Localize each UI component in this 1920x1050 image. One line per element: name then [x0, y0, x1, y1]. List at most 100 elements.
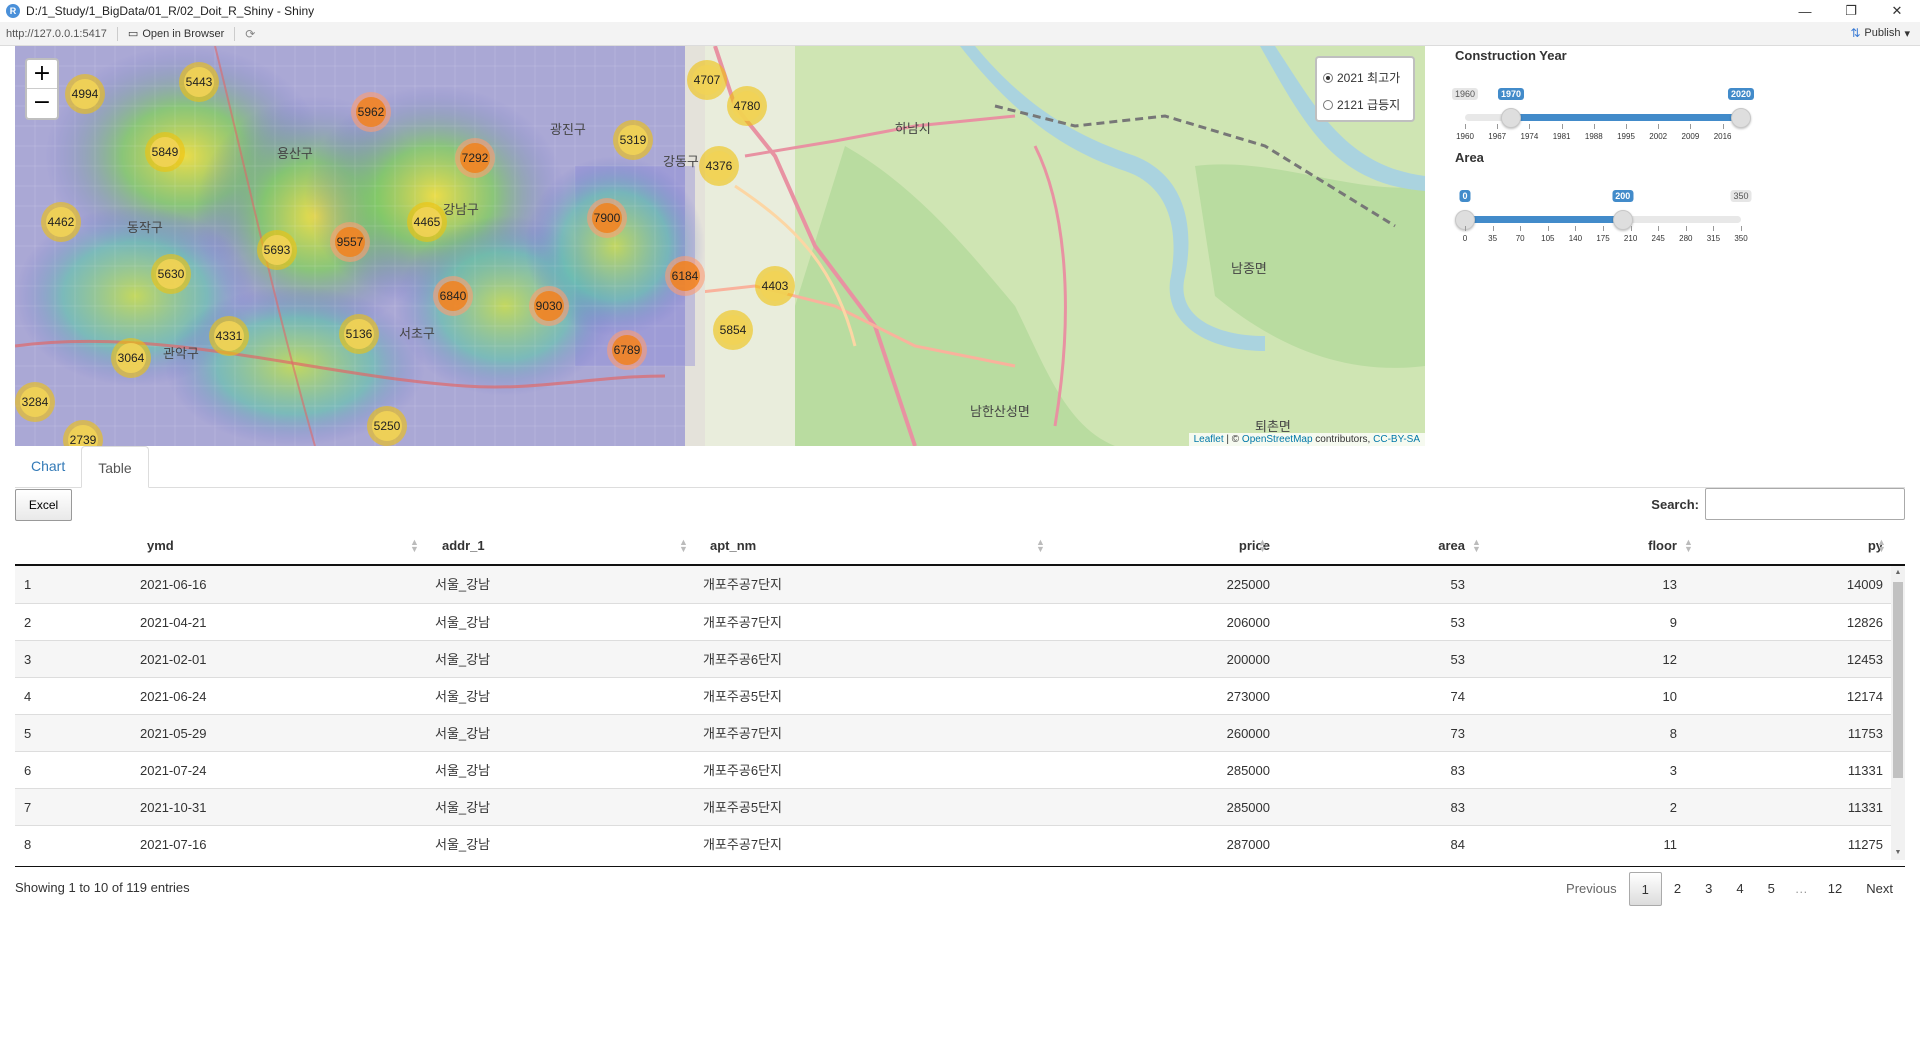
column-header-area[interactable]: area [1315, 528, 1465, 566]
cluster-marker[interactable]: 5319 [613, 120, 653, 160]
table-row[interactable]: 6 2021-07-24 서울_강남 개포주공6단지 285000 83 3 11331 [15, 751, 1905, 788]
cluster-marker[interactable]: 7292 [455, 138, 495, 178]
excel-button[interactable]: Excel [15, 489, 72, 521]
table-row[interactable]: 2 2021-04-21 서울_강남 개포주공7단지 206000 53 9 12826 [15, 603, 1905, 640]
cluster-marker[interactable]: 4707 [687, 60, 727, 100]
cluster-marker[interactable]: 5630 [151, 254, 191, 294]
scroll-down-icon[interactable]: ▼ [1891, 846, 1905, 860]
page-button[interactable]: 5 [1756, 872, 1787, 906]
cell-floor: 11 [1663, 837, 1678, 852]
cell-floor: 9 [1669, 615, 1677, 630]
table-search: Search: [1651, 488, 1905, 520]
table-row[interactable]: 3 2021-02-01 서울_강남 개포주공6단지 200000 53 12 12453 [15, 640, 1905, 677]
cluster-marker[interactable]: 5854 [713, 310, 753, 350]
sort-icon[interactable]: ▲ ▼ [1472, 538, 1481, 554]
cluster-marker[interactable]: 5443 [179, 62, 219, 102]
cluster-marker[interactable]: 3064 [111, 338, 151, 378]
table-row[interactable]: 1 2021-06-16 서울_강남 개포주공7단지 225000 53 13 14009 [15, 566, 1905, 603]
cluster-marker[interactable]: 4994 [65, 74, 105, 114]
osm-link[interactable]: OpenStreetMap [1242, 434, 1313, 445]
sort-icon[interactable]: ▲ ▼ [1258, 538, 1267, 554]
page-button[interactable]: 1 [1628, 872, 1662, 906]
window-title: D:/1_Study/1_BigData/01_R/02_Doit_R_Shin… [26, 4, 315, 18]
cell-area: 53 [1450, 615, 1465, 630]
cluster-marker[interactable]: 5849 [145, 132, 185, 172]
sort-icon[interactable]: ▲ ▼ [679, 538, 688, 554]
cluster-count: 5849 [150, 137, 180, 167]
cluster-marker[interactable]: 5250 [367, 406, 407, 446]
column-header-py[interactable]: py [1715, 528, 1883, 566]
close-icon[interactable]: ✕ [1874, 0, 1920, 22]
table-scrollbar[interactable]: ▲ ▼ [1891, 566, 1905, 860]
cell-floor: 12 [1662, 652, 1677, 667]
place-label: 강남구 [443, 202, 479, 217]
column-header-ymd[interactable]: ymd [147, 528, 174, 566]
tab-chart[interactable]: Chart [15, 445, 81, 487]
cluster-marker[interactable]: 4376 [699, 146, 739, 186]
column-header-addr-1[interactable]: addr_1 [442, 528, 485, 566]
column-header-floor[interactable]: floor [1515, 528, 1677, 566]
cell-ymd: 2021-07-16 [140, 837, 207, 852]
table-header: ymd ▲ ▼ addr_1 ▲ ▼ apt_nm ▲ ▼ price ▲ ▼ area… [15, 528, 1905, 566]
column-header-apt-nm[interactable]: apt_nm [710, 528, 756, 566]
restore-icon[interactable]: ❐ [1828, 0, 1874, 22]
cluster-marker[interactable]: 4465 [407, 202, 447, 242]
cell-area: 53 [1450, 652, 1465, 667]
cluster-marker[interactable]: 5693 [257, 230, 297, 270]
sort-icon[interactable]: ▲ ▼ [410, 538, 419, 554]
license-link[interactable]: CC-BY-SA [1373, 434, 1420, 445]
cluster-marker[interactable]: 6184 [665, 256, 705, 296]
search-input[interactable] [1705, 488, 1905, 520]
cluster-marker[interactable]: 4403 [755, 266, 795, 306]
page-button[interactable]: 12 [1816, 872, 1854, 906]
cluster-marker[interactable]: 7900 [587, 198, 627, 238]
cluster-marker[interactable]: 9557 [330, 222, 370, 262]
publish-button[interactable]: ⇅ Publish ▾ [1850, 26, 1910, 40]
cell-ymd: 2021-04-21 [140, 615, 207, 630]
column-header-price[interactable]: price [1115, 528, 1270, 566]
page-button[interactable]: 4 [1724, 872, 1755, 906]
cluster-marker[interactable]: 6789 [607, 330, 647, 370]
table-row[interactable]: 8 2021-07-16 서울_강남 개포주공7단지 287000 84 11 11275 [15, 825, 1905, 860]
cell-price: 206000 [1226, 615, 1270, 630]
refresh-icon[interactable]: ⟳ [245, 27, 255, 41]
cluster-marker[interactable]: 4331 [209, 316, 249, 356]
slider-tick-label: 0 [1462, 234, 1468, 243]
area-slider[interactable]: 350 0 200 0 35 70 105 140 175 210 245 280 315 350 [1455, 166, 1755, 250]
table-row[interactable]: 7 2021-10-31 서울_강남 개포주공5단지 285000 83 2 11331 [15, 788, 1905, 825]
table-info: Showing 1 to 10 of 119 entries [15, 880, 190, 895]
cluster-marker[interactable]: 4780 [727, 86, 767, 126]
next-page-button[interactable]: Next [1854, 872, 1905, 906]
sort-icon[interactable]: ▲ ▼ [1684, 538, 1693, 554]
page-button[interactable]: 3 [1693, 872, 1724, 906]
table-row[interactable]: 4 2021-06-24 서울_강남 개포주공5단지 273000 74 10 12174 [15, 677, 1905, 714]
zoom-out-button[interactable]: − [27, 89, 57, 118]
layer-option-2121-surge[interactable]: 2121 급등지 [1323, 91, 1407, 118]
radio-button[interactable] [1323, 72, 1333, 83]
leaflet-link[interactable]: Leaflet [1194, 434, 1224, 445]
tab-table[interactable]: Table [81, 446, 149, 488]
zoom-in-button[interactable]: + [27, 60, 57, 89]
sort-icon[interactable]: ▲ ▼ [1877, 538, 1886, 554]
radio-button[interactable] [1323, 99, 1333, 110]
cluster-marker[interactable]: 5136 [339, 314, 379, 354]
cluster-marker[interactable]: 6840 [433, 276, 473, 316]
cluster-marker[interactable]: 9030 [529, 286, 569, 326]
layer-option-2021-max[interactable]: 2021 최고가 [1323, 64, 1407, 91]
cluster-marker[interactable]: 3284 [15, 382, 55, 422]
scrollbar-thumb[interactable] [1893, 582, 1903, 778]
cluster-marker[interactable]: 5962 [351, 92, 391, 132]
slider-range-bar [1465, 216, 1623, 223]
leaflet-map[interactable]: 용산구 동작구 강남구 서초구 관악구 강동구 하남시 남한산성면 남종면 퇴촌… [15, 46, 1425, 446]
cluster-marker[interactable]: 4462 [41, 202, 81, 242]
page-button[interactable]: 2 [1662, 872, 1693, 906]
previous-page-button[interactable]: Previous [1554, 872, 1629, 906]
scroll-up-icon[interactable]: ▲ [1891, 566, 1905, 580]
table-row[interactable]: 5 2021-05-29 서울_강남 개포주공7단지 260000 73 8 11753 [15, 714, 1905, 751]
sort-icon[interactable]: ▲ ▼ [1036, 538, 1045, 554]
construction-year-slider[interactable]: 1960 1970 2020 1960 1967 1974 1981 1988 1995 2… [1451, 64, 1755, 148]
window-titlebar: R D:/1_Study/1_BigData/01_R/02_Doit_R_Sh… [0, 0, 1920, 22]
cell-index: 5 [24, 726, 32, 741]
open-in-browser-button[interactable]: ▭ Open in Browser [122, 27, 230, 41]
minimize-icon[interactable]: — [1782, 0, 1828, 22]
